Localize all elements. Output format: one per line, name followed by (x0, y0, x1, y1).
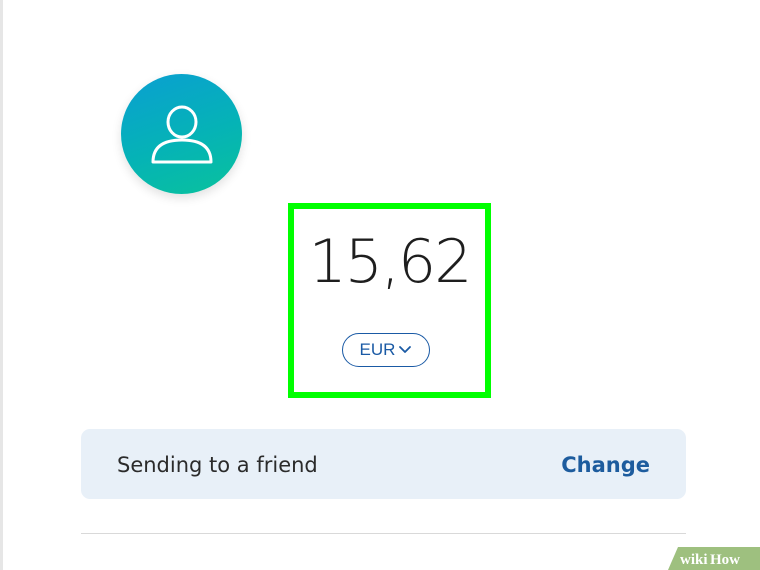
page-edge (0, 0, 3, 570)
wikihow-logo: wiki How (668, 547, 760, 570)
svg-text:wiki: wiki (680, 552, 708, 568)
svg-text:How: How (710, 552, 740, 568)
divider (81, 533, 686, 534)
change-link[interactable]: Change (561, 450, 650, 480)
sending-type-panel: Sending to a friend Change (81, 429, 686, 499)
currency-selector[interactable]: EUR (342, 333, 430, 367)
recipient-avatar (121, 74, 242, 194)
user-icon (151, 105, 212, 164)
chevron-down-icon (399, 346, 412, 353)
amount-display[interactable]: 15,62 (288, 222, 491, 302)
sending-type-label: Sending to a friend (117, 453, 318, 477)
currency-label: EUR (359, 340, 396, 359)
